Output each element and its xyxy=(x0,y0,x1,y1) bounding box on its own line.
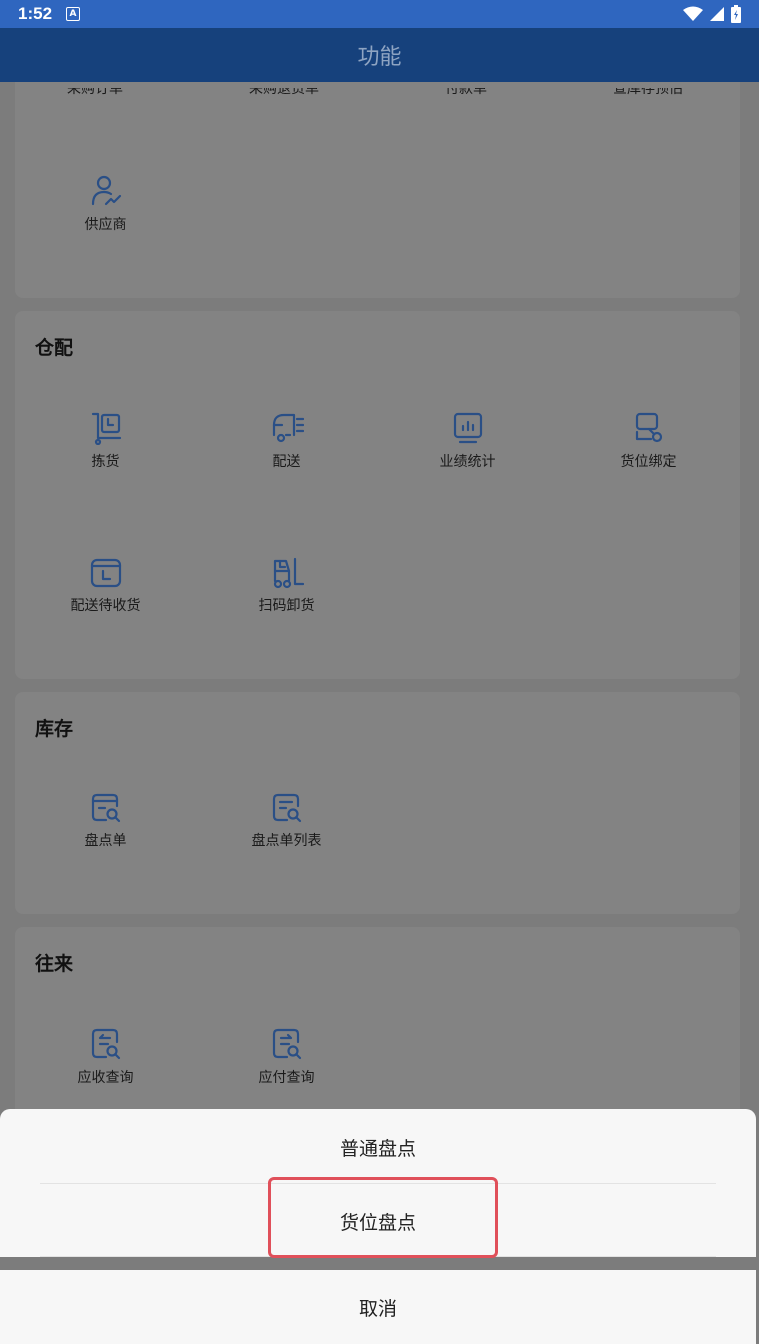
item-label: 盘点单列表 xyxy=(251,833,322,849)
picking-cart-icon xyxy=(91,412,121,445)
item-label: 盘点单 xyxy=(84,833,127,849)
card-purchase: 采购订单 采购退货单 付款单 查库存预估 供应商 xyxy=(15,82,740,298)
card-warehouse: 仓配 拣货 配送 业绩统计 货位绑定 配送待收货 扫码卸货 xyxy=(15,311,740,679)
cancel-button[interactable]: 取消 xyxy=(0,1270,756,1344)
menu-item-stocktake-list[interactable]: 盘点单列表 xyxy=(196,792,377,850)
stocktake-list-icon xyxy=(272,793,301,823)
item-label: 扫码卸货 xyxy=(258,598,315,614)
signal-icon xyxy=(710,7,724,21)
item-label: 业绩统计 xyxy=(439,454,496,470)
partial-label[interactable]: 采购订单 xyxy=(67,88,123,98)
item-label: 配送 xyxy=(272,454,301,470)
status-icons xyxy=(683,5,741,23)
option-normal-stocktake[interactable]: 普通盘点 xyxy=(0,1111,756,1183)
section-title: 库存 xyxy=(35,719,74,740)
pending-receive-icon xyxy=(90,558,121,588)
item-label: 应收查询 xyxy=(77,1070,134,1086)
menu-item-payable-query[interactable]: 应付查询 xyxy=(196,1027,377,1087)
notification-icon: A xyxy=(66,7,81,21)
supplier-icon xyxy=(91,175,121,206)
menu-item-receivable-query[interactable]: 应收查询 xyxy=(15,1027,196,1087)
performance-chart-icon xyxy=(453,412,482,444)
highlight-box xyxy=(268,1177,498,1258)
delivery-truck-icon xyxy=(272,413,304,443)
page-title: 功能 xyxy=(357,45,402,70)
item-label: 拣货 xyxy=(91,454,120,470)
menu-item-location-bind[interactable]: 货位绑定 xyxy=(558,411,739,471)
item-label: 应付查询 xyxy=(258,1070,315,1086)
location-bind-icon xyxy=(635,412,662,443)
partial-label[interactable]: 查库存预估 xyxy=(613,88,683,98)
section-title: 往来 xyxy=(35,954,74,975)
forklift-icon xyxy=(273,557,304,589)
app-bar: 功能 xyxy=(0,28,759,82)
partial-label[interactable]: 付款单 xyxy=(445,88,487,98)
wifi-icon xyxy=(683,6,703,21)
receivable-query-icon xyxy=(91,1028,120,1060)
item-label: 供应商 xyxy=(84,217,127,233)
menu-item-delivery[interactable]: 配送 xyxy=(196,411,377,471)
partial-label[interactable]: 采购退货单 xyxy=(249,88,319,98)
menu-item-picking[interactable]: 拣货 xyxy=(15,411,196,471)
stocktake-icon xyxy=(91,793,120,823)
menu-item-performance[interactable]: 业绩统计 xyxy=(377,411,558,471)
menu-item-stocktake[interactable]: 盘点单 xyxy=(15,792,196,850)
item-label: 配送待收货 xyxy=(70,598,141,614)
card-inventory: 库存 盘点单 盘点单列表 xyxy=(15,692,740,914)
battery-icon xyxy=(731,5,741,23)
menu-item-supplier[interactable]: 供应商 xyxy=(15,174,196,234)
menu-item-scan-unload[interactable]: 扫码卸货 xyxy=(196,557,377,615)
item-label: 货位绑定 xyxy=(620,454,677,470)
menu-item-pending-receive[interactable]: 配送待收货 xyxy=(15,557,196,615)
payable-query-icon xyxy=(272,1028,301,1060)
status-bar: 1:52 A xyxy=(0,0,759,28)
section-title: 仓配 xyxy=(35,338,74,359)
status-time: 1:52 xyxy=(18,4,53,23)
